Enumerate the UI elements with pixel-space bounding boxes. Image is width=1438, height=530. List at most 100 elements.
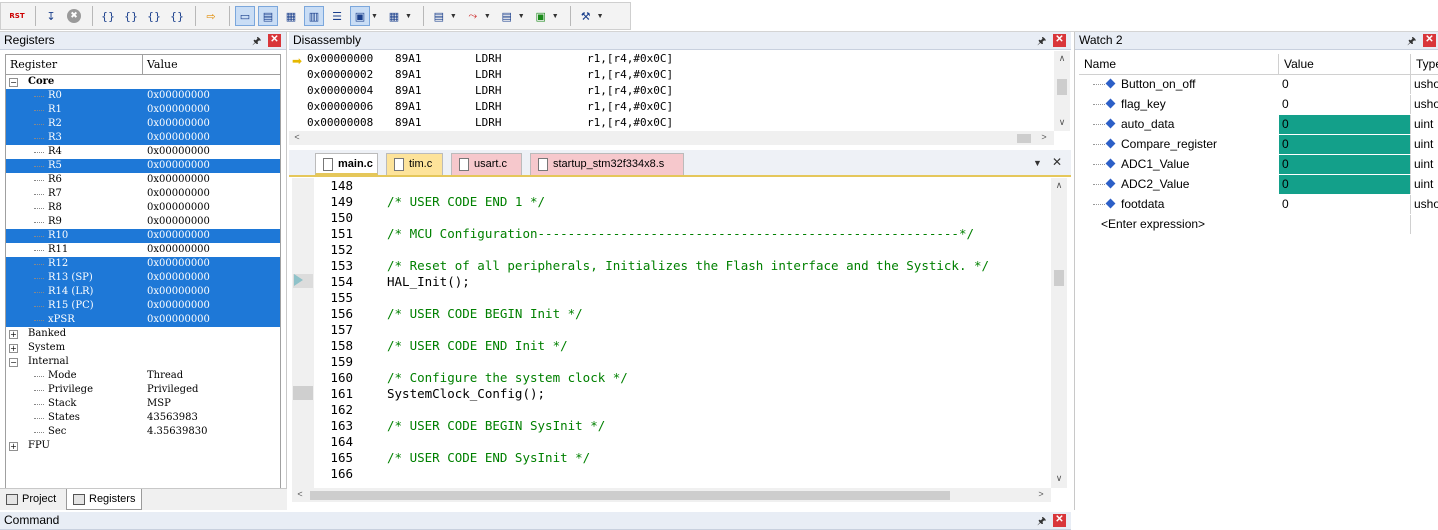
column-header-register[interactable]: Register: [6, 55, 143, 74]
register-row[interactable]: R15 (PC) 0x00000000: [6, 299, 280, 313]
close-tab-icon[interactable]: ✕: [1052, 155, 1062, 169]
scroll-thumb[interactable]: [310, 491, 950, 500]
watch-row[interactable]: Button_on_off 0ushort: [1079, 75, 1438, 95]
analysis-window-icon[interactable]: ⤳: [463, 6, 483, 26]
register-group-fpu[interactable]: + FPU: [6, 439, 280, 453]
step-out-icon[interactable]: {}: [144, 6, 164, 26]
register-row[interactable]: R1 0x00000000: [6, 103, 280, 117]
watch-value[interactable]: 0: [1279, 115, 1411, 134]
code-line[interactable]: 163 /* USER CODE BEGIN SysInit */: [319, 418, 605, 434]
pin-icon[interactable]: 🖈: [1037, 513, 1046, 530]
scroll-up-icon[interactable]: ∧: [1052, 180, 1066, 191]
register-group-banked[interactable]: + Banked: [6, 327, 280, 341]
register-row[interactable]: R13 (SP) 0x00000000: [6, 271, 280, 285]
run-to-cursor-icon[interactable]: {}: [167, 6, 187, 26]
watch-value[interactable]: 0: [1279, 155, 1411, 174]
register-value[interactable]: 0x00000000: [147, 243, 210, 257]
editor-horizontal-scrollbar[interactable]: < >: [292, 488, 1051, 502]
register-value[interactable]: 0x00000000: [147, 103, 210, 117]
trace-icon[interactable]: ▤: [497, 6, 517, 26]
column-header-value[interactable]: Value: [1279, 54, 1411, 75]
chevron-down-icon[interactable]: ▼: [597, 13, 604, 20]
toolbox-icon[interactable]: ⚒: [576, 6, 596, 26]
register-row[interactable]: R3 0x00000000: [6, 131, 280, 145]
code-line[interactable]: 159: [319, 354, 353, 370]
collapse-icon[interactable]: −: [9, 358, 18, 367]
register-value[interactable]: 0x00000000: [147, 313, 210, 327]
editor-vertical-scrollbar[interactable]: ∧ ∨: [1051, 178, 1067, 488]
register-row[interactable]: States 43563983: [6, 411, 280, 425]
scroll-left-icon[interactable]: <: [290, 132, 304, 142]
editor-tab-tim-c[interactable]: tim.c: [386, 153, 443, 175]
watch-row[interactable]: flag_key 0ushort: [1079, 95, 1438, 115]
tab-list-dropdown-icon[interactable]: ▼: [1033, 158, 1042, 168]
watch-value[interactable]: 0: [1279, 195, 1411, 214]
register-value[interactable]: 0x00000000: [147, 117, 210, 131]
register-row[interactable]: R0 0x00000000: [6, 89, 280, 103]
code-line[interactable]: 148: [319, 178, 353, 194]
scroll-thumb[interactable]: [1057, 79, 1067, 95]
code-line[interactable]: 155: [319, 290, 353, 306]
register-row[interactable]: Sec 4.35639830: [6, 425, 280, 439]
disassembly-listing[interactable]: 0x00000000 89A1 LDRH r1,[r4,#0x0C] 0x0000000…: [291, 51, 1054, 131]
watch-row[interactable]: ADC1_Value 0 uint: [1079, 155, 1438, 175]
code-line[interactable]: 152: [319, 242, 353, 258]
editor-tab-main-c[interactable]: main.c: [315, 153, 378, 175]
column-header-type[interactable]: Type: [1411, 54, 1438, 75]
register-row[interactable]: R6 0x00000000: [6, 173, 280, 187]
registers-window-icon[interactable]: ▥: [304, 6, 324, 26]
close-icon[interactable]: ✕: [1053, 34, 1066, 47]
pin-icon[interactable]: 🖈: [1037, 33, 1046, 50]
call-stack-icon[interactable]: ☰: [327, 6, 347, 26]
register-row[interactable]: R8 0x00000000: [6, 201, 280, 215]
column-header-value[interactable]: Value: [143, 55, 178, 74]
watch-window-icon[interactable]: ▣: [350, 6, 370, 26]
register-row[interactable]: R11 0x00000000: [6, 243, 280, 257]
register-row[interactable]: R4 0x00000000: [6, 145, 280, 159]
register-value[interactable]: 0x00000000: [147, 229, 210, 243]
code-line[interactable]: 160 /* Configure the system clock */: [319, 370, 627, 386]
code-line[interactable]: 151 /* MCU Configuration-----------------…: [319, 226, 974, 242]
register-value[interactable]: 0x00000000: [147, 271, 210, 285]
watch-value[interactable]: 0: [1279, 175, 1411, 194]
watch-enter-expression-row[interactable]: <Enter expression>: [1079, 215, 1438, 235]
chevron-down-icon[interactable]: ▼: [484, 13, 491, 20]
register-row[interactable]: xPSR 0x00000000: [6, 313, 280, 327]
code-line[interactable]: 164: [319, 434, 353, 450]
chevron-down-icon[interactable]: ▼: [371, 13, 378, 20]
disassembly-line[interactable]: 0x00000008 89A1 LDRH r1,[r4,#0x0C]: [291, 115, 1054, 131]
disassembly-window-icon[interactable]: ▤: [258, 6, 278, 26]
register-value[interactable]: 0x00000000: [147, 173, 210, 187]
editor-tab-usart-c[interactable]: usart.c: [451, 153, 522, 175]
register-row[interactable]: R10 0x00000000: [6, 229, 280, 243]
code-line[interactable]: 157: [319, 322, 353, 338]
code-editor[interactable]: 148 149 /* USER CODE END 1 */ 150 151 /* MCU …: [289, 178, 1051, 488]
code-line[interactable]: 161 SystemClock_Config();: [319, 386, 545, 402]
watch-row[interactable]: footdata 0ushort: [1079, 195, 1438, 215]
disassembly-line[interactable]: 0x00000006 89A1 LDRH r1,[r4,#0x0C]: [291, 99, 1054, 115]
pin-icon[interactable]: 🖈: [252, 33, 261, 50]
symbols-window-icon[interactable]: ▦: [281, 6, 301, 26]
register-value[interactable]: 0x00000000: [147, 201, 210, 215]
expand-icon[interactable]: +: [9, 344, 18, 353]
scroll-down-icon[interactable]: ∨: [1055, 117, 1069, 128]
enter-expression-placeholder[interactable]: <Enter expression>: [1101, 215, 1205, 234]
editor-tab-startup-stm32f334x8-s[interactable]: startup_stm32f334x8.s: [530, 153, 684, 175]
watch-row[interactable]: Compare_register 0 uint: [1079, 135, 1438, 155]
memory-window-icon[interactable]: ▦: [384, 6, 404, 26]
disassembly-line[interactable]: 0x00000004 89A1 LDRH r1,[r4,#0x0C]: [291, 83, 1054, 99]
watch-row[interactable]: auto_data 0 uint: [1079, 115, 1438, 135]
code-line[interactable]: 150: [319, 210, 353, 226]
disassembly-horizontal-scrollbar[interactable]: < >: [289, 131, 1054, 145]
stop-icon[interactable]: ✖: [64, 6, 84, 26]
scroll-up-icon[interactable]: ∧: [1055, 53, 1069, 64]
scroll-down-icon[interactable]: ∨: [1052, 473, 1066, 484]
show-next-icon[interactable]: ⇨: [201, 6, 221, 26]
register-value[interactable]: 0x00000000: [147, 257, 210, 271]
register-row[interactable]: R14 (LR) 0x00000000: [6, 285, 280, 299]
pin-icon[interactable]: 🖈: [1407, 33, 1416, 50]
code-line[interactable]: 166: [319, 466, 353, 482]
system-viewer-icon[interactable]: ▣: [531, 6, 551, 26]
chevron-down-icon[interactable]: ▼: [552, 13, 559, 20]
register-row[interactable]: R12 0x00000000: [6, 257, 280, 271]
